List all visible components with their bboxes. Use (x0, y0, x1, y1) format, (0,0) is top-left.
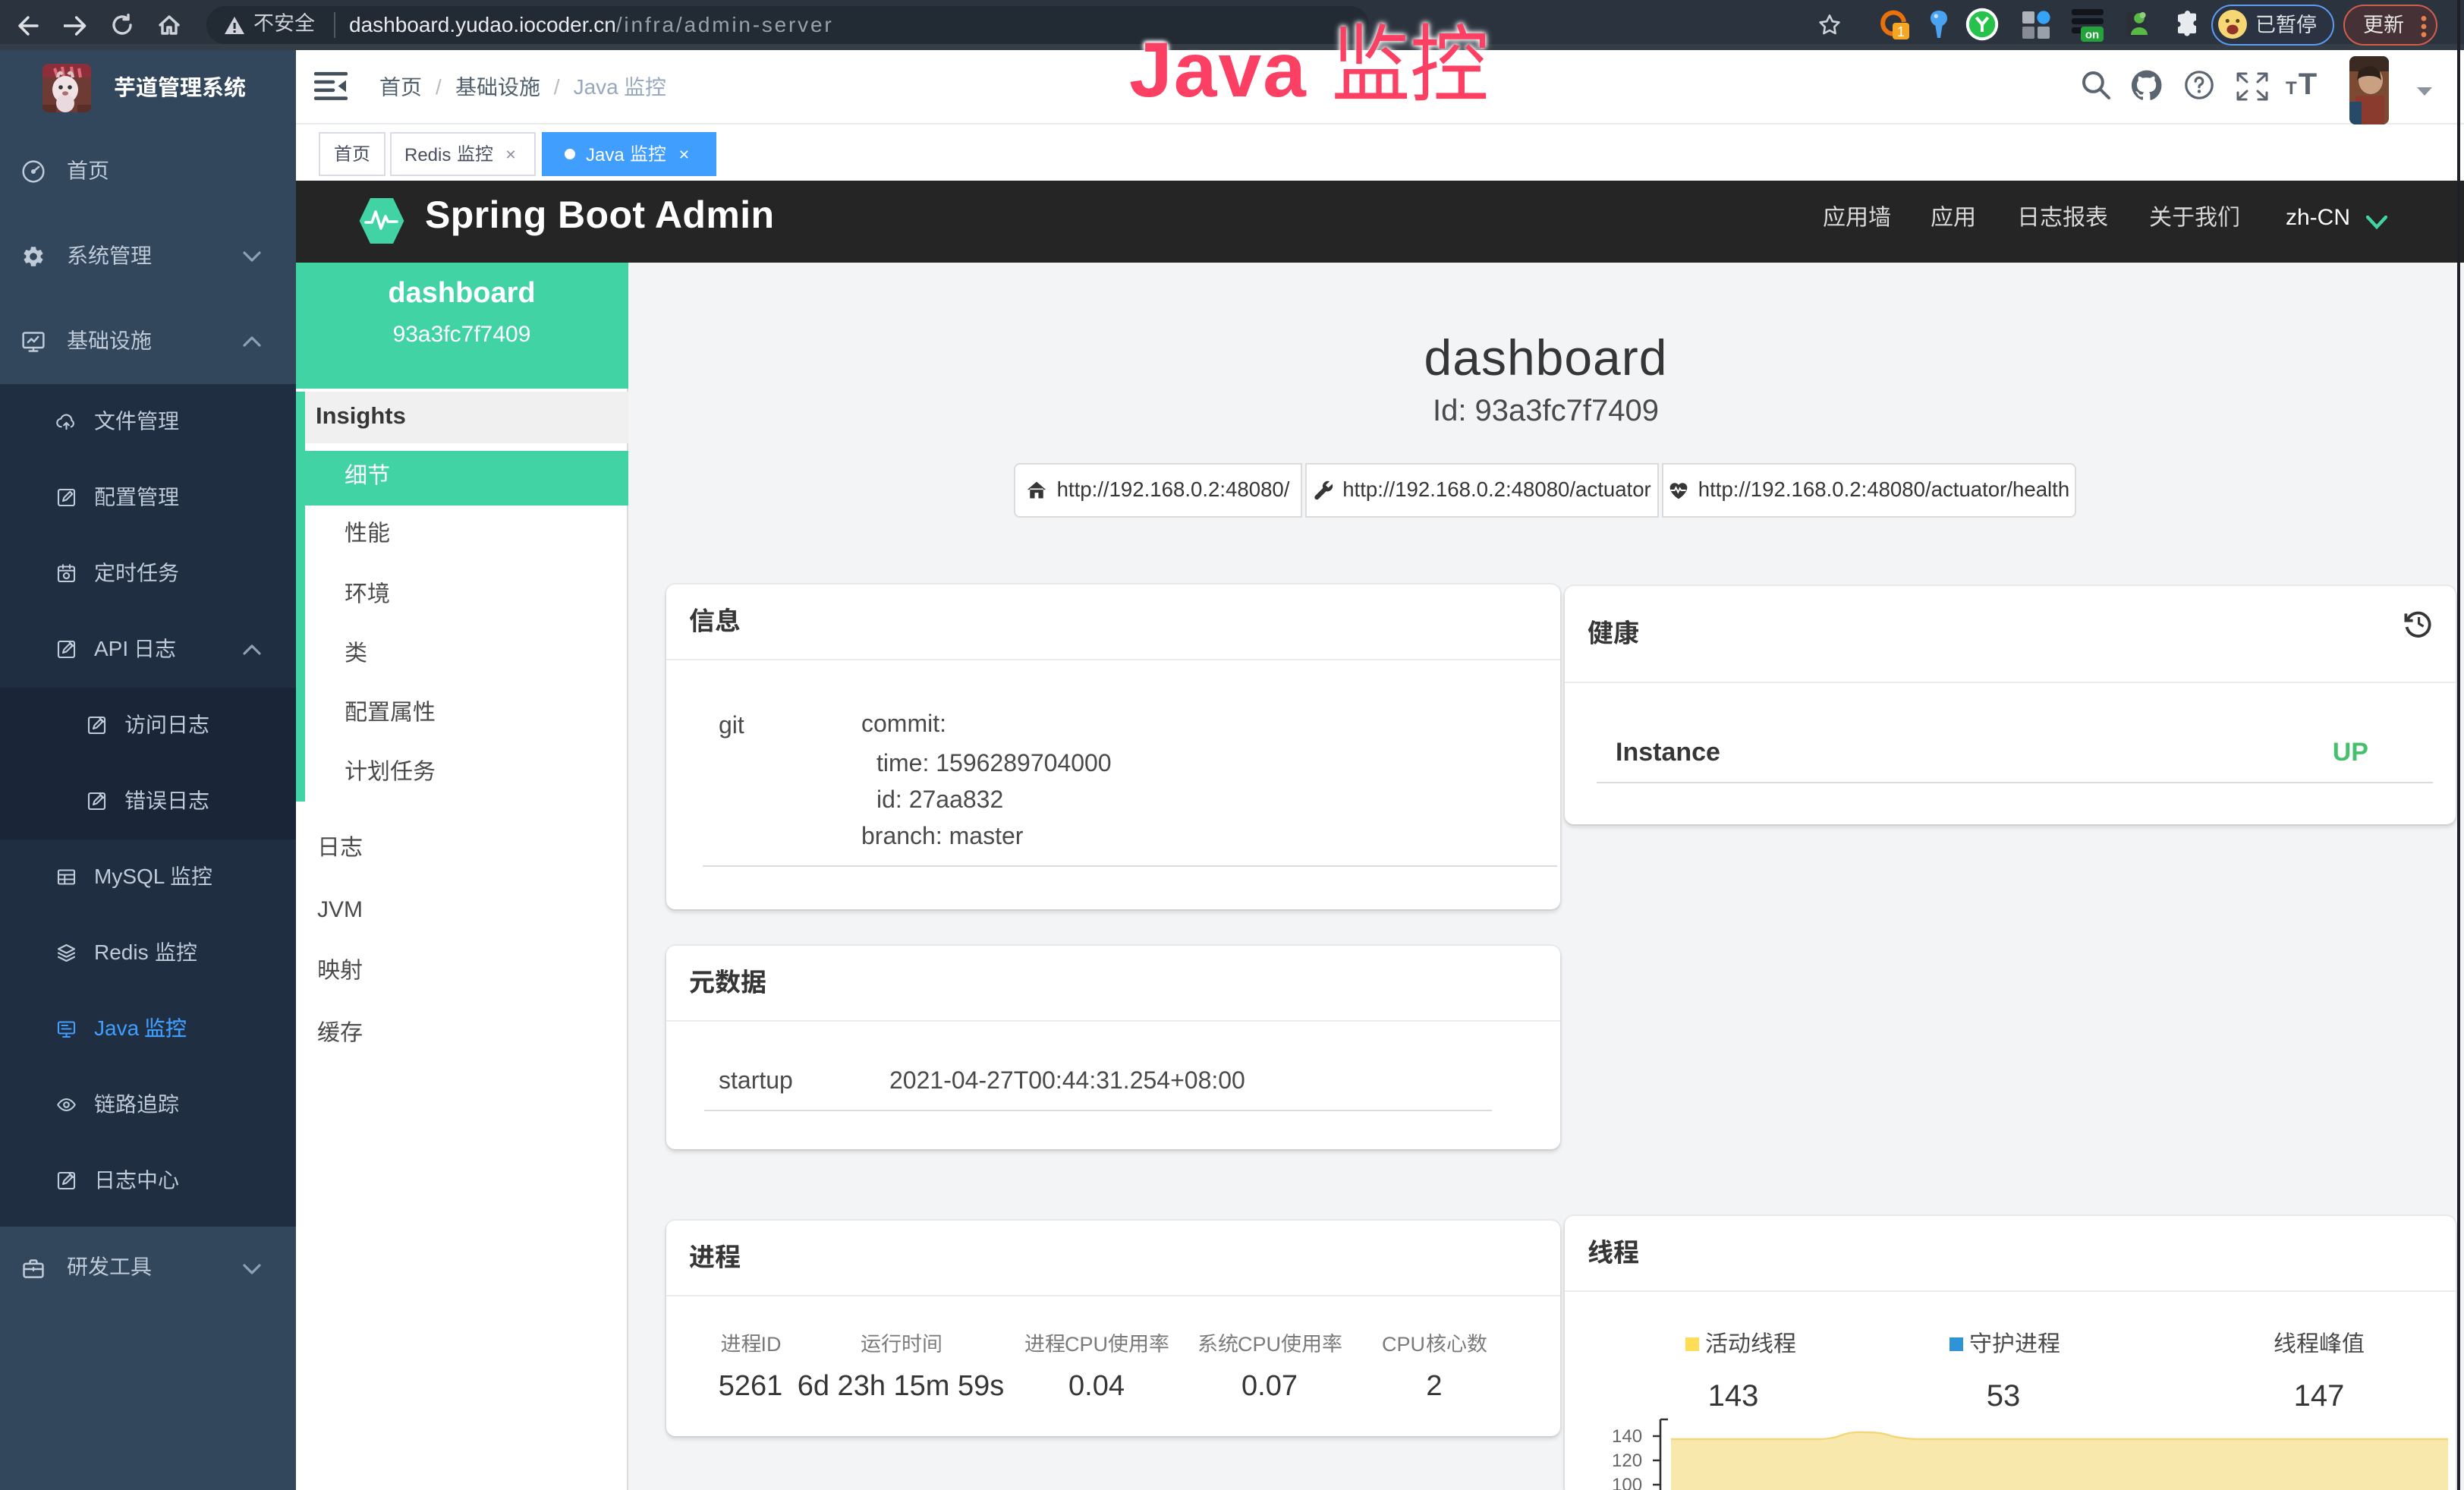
svg-text:1: 1 (1897, 24, 1905, 39)
svg-text:on: on (2085, 29, 2099, 42)
